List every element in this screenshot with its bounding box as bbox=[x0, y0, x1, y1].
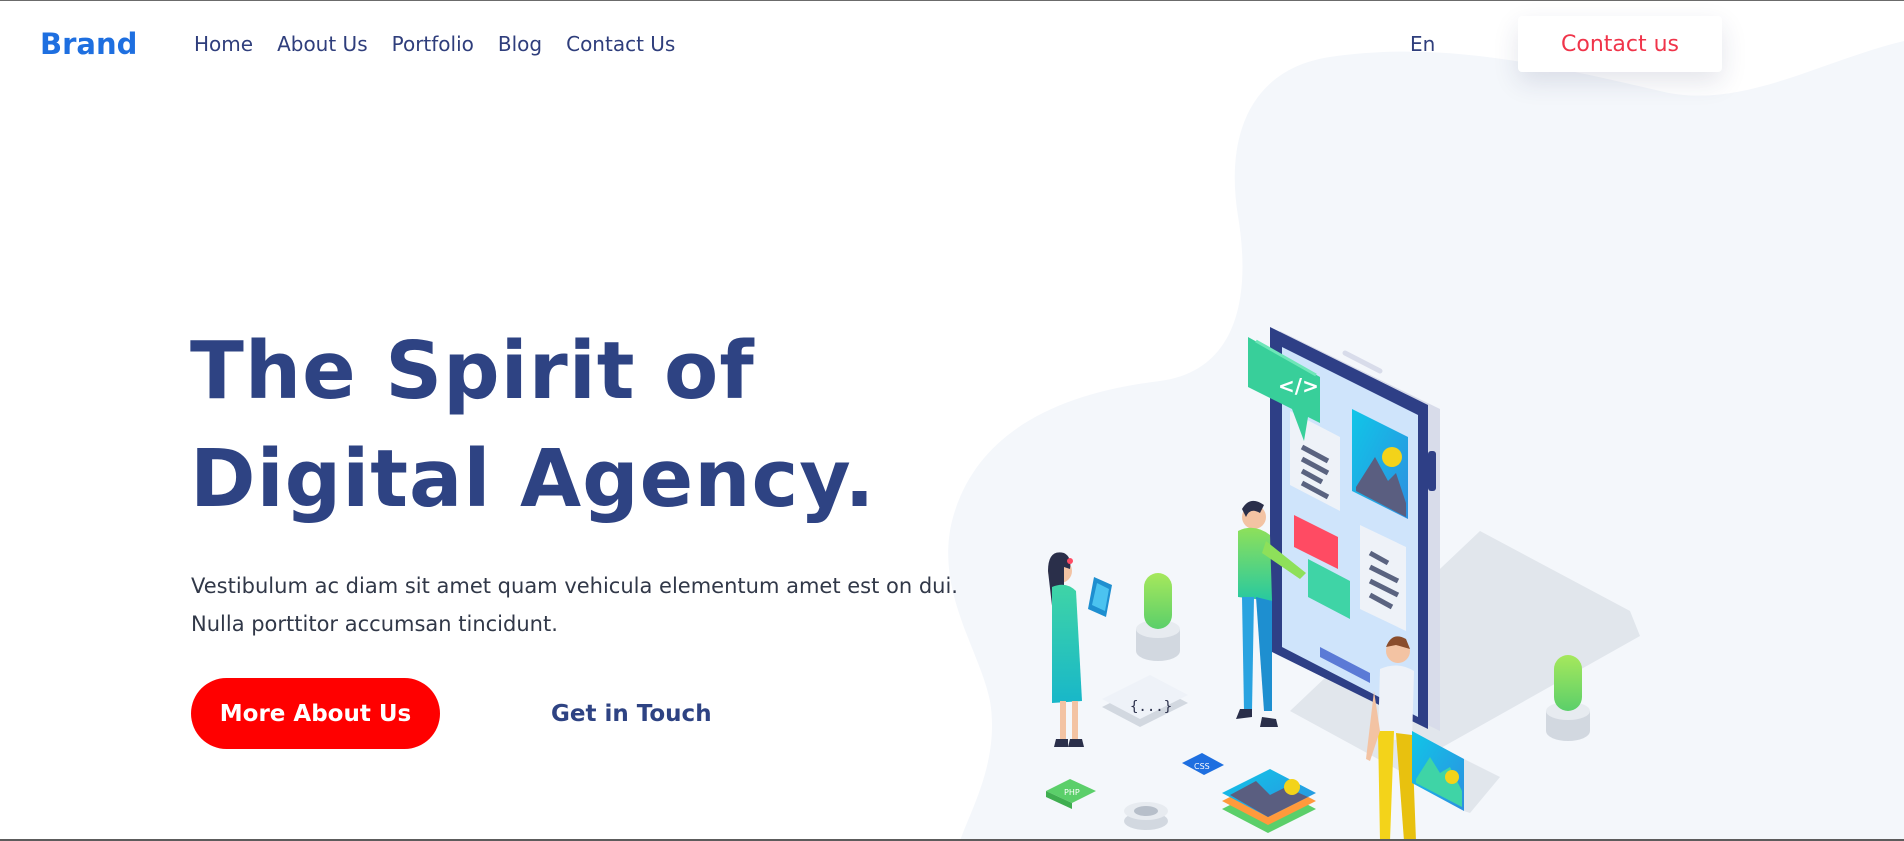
hero-description: Vestibulum ac diam sit amet quam vehicul… bbox=[191, 574, 958, 636]
braces-tile-illustration: {...} bbox=[1102, 675, 1188, 727]
get-in-touch-link[interactable]: Get in Touch bbox=[551, 701, 712, 727]
hero-title-line-2: Digital Agency. bbox=[190, 433, 876, 525]
nav-home[interactable]: Home bbox=[194, 32, 253, 56]
hero-title: The Spirit of Digital Agency. bbox=[190, 317, 876, 533]
php-tile-label: PHP bbox=[1064, 788, 1080, 797]
main-nav: Home About Us Portfolio Blog Contact Us bbox=[194, 32, 675, 56]
more-about-us-button[interactable]: More About Us bbox=[191, 678, 440, 749]
brand-logo[interactable]: Brand bbox=[40, 27, 137, 61]
nav-portfolio[interactable]: Portfolio bbox=[392, 32, 474, 56]
css-tile-label: CSS bbox=[1194, 762, 1210, 771]
contact-us-button[interactable]: Contact us bbox=[1518, 16, 1722, 72]
hero-title-line-1: The Spirit of bbox=[190, 325, 755, 417]
code-bubble-label: </> bbox=[1278, 374, 1319, 398]
nav-blog[interactable]: Blog bbox=[498, 32, 542, 56]
stacked-photos-illustration bbox=[1222, 769, 1316, 833]
css-tile-illustration: CSS bbox=[1182, 753, 1224, 775]
hero-illustration: </> {...} CSS PHP bbox=[1046, 327, 1640, 841]
site-header: Brand Home About Us Portfolio Blog Conta… bbox=[0, 1, 1904, 89]
php-tile-illustration: PHP bbox=[1046, 779, 1096, 809]
nav-about-us[interactable]: About Us bbox=[277, 32, 368, 56]
braces-tile-label: {...} bbox=[1130, 699, 1172, 715]
cup-illustration bbox=[1124, 802, 1168, 830]
language-selector[interactable]: En bbox=[1410, 32, 1435, 56]
plant-left-illustration bbox=[1136, 573, 1180, 661]
person-left-illustration bbox=[1048, 552, 1112, 747]
image-card-illustration bbox=[1412, 731, 1500, 813]
nav-contact-us[interactable]: Contact Us bbox=[566, 32, 675, 56]
